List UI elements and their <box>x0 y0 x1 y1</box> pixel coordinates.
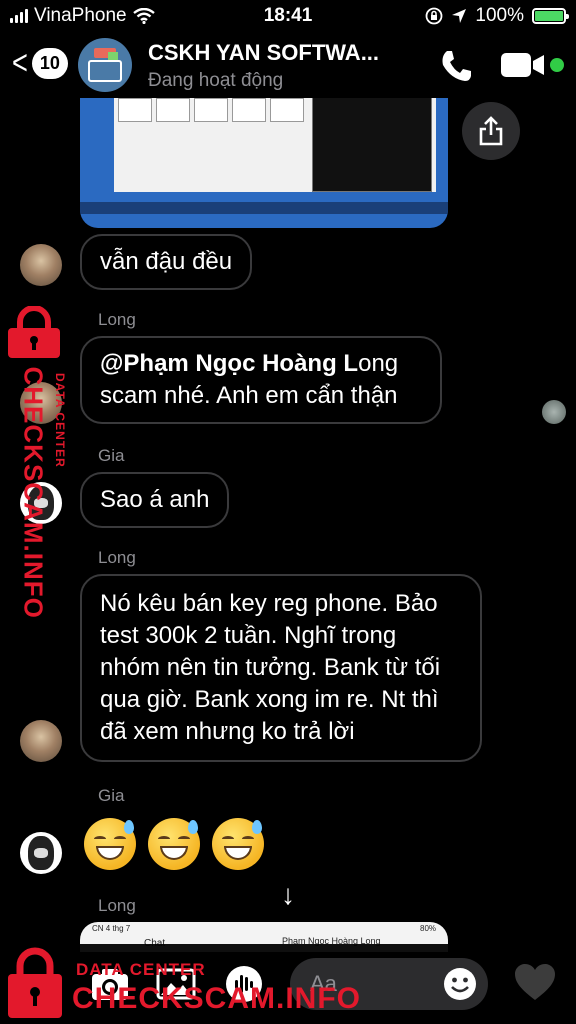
message-bubble[interactable]: Nó kêu bán key reg phone. Bảo test 300k … <box>80 574 482 762</box>
unread-count-badge: 10 <box>31 47 68 79</box>
chat-header: < 10 CSKH YAN SOFTWA... Đang hoạt động <box>0 32 576 98</box>
active-status: Đang hoạt động <box>148 70 284 91</box>
lock-icon <box>8 947 62 1018</box>
preview-battery: 80% <box>420 924 437 933</box>
emoji-icon[interactable] <box>442 966 478 1002</box>
page-avatar[interactable] <box>78 38 132 92</box>
message-bubble[interactable]: @Phạm Ngọc Hoàng Long scam nhé. Anh em c… <box>80 336 442 424</box>
battery-percent: 100% <box>475 5 524 26</box>
avatar[interactable] <box>20 832 62 874</box>
status-bar: VinaPhone 18:41 100% <box>0 0 576 32</box>
mention[interactable]: @Phạm Ngọc Hoàng L <box>100 350 358 377</box>
image-taskbar <box>80 202 448 214</box>
message-bubble[interactable]: vẫn đậu đều <box>80 234 253 290</box>
sender-name: Long <box>98 896 136 915</box>
online-indicator <box>550 58 564 72</box>
grinning-sweat-icon <box>212 818 264 870</box>
watermark-bottom: DATA CENTER CHECKSCAM.INFO <box>6 946 360 1024</box>
chevron-left-icon: < <box>11 44 28 82</box>
watermark-small-text: DATA CENTER <box>53 373 67 468</box>
share-button[interactable] <box>462 102 520 160</box>
preview-date: CN 4 thg 7 <box>92 924 131 933</box>
avatar[interactable] <box>20 244 62 286</box>
scroll-down-button[interactable]: ↓ <box>268 876 308 916</box>
watermark-vertical: DATA CENTER CHECKSCAM.INFO <box>6 306 67 619</box>
avatar[interactable] <box>20 720 62 762</box>
video-camera-icon[interactable] <box>500 50 546 80</box>
orientation-lock-icon <box>425 7 443 25</box>
seen-avatar <box>542 400 566 424</box>
sender-name: Gia <box>98 786 125 805</box>
watermark-small-text: DATA CENTER <box>76 960 206 979</box>
phone-icon[interactable] <box>438 48 474 84</box>
grinning-sweat-icon <box>84 818 136 870</box>
battery-icon <box>532 8 569 24</box>
heart-icon[interactable] <box>512 960 558 1006</box>
location-icon <box>452 9 467 23</box>
sender-name: Long <box>98 548 136 567</box>
watermark-big-text: CHECKSCAM.INFO <box>72 982 361 1015</box>
share-icon <box>479 116 503 146</box>
watermark-big-text: CHECKSCAM.INFO <box>18 366 49 619</box>
shared-image[interactable] <box>80 96 448 228</box>
message-bubble[interactable]: Sao á anh <box>80 472 230 528</box>
emoji-message[interactable] <box>84 818 264 870</box>
arrow-down-icon: ↓ <box>281 879 295 910</box>
chat-title[interactable]: CSKH YAN SOFTWA... <box>148 40 428 66</box>
grinning-sweat-icon <box>148 818 200 870</box>
image-app-window <box>312 96 432 192</box>
status-right: 100% <box>425 5 569 27</box>
back-button[interactable]: < 10 <box>10 46 68 80</box>
sender-name: Long <box>98 310 136 329</box>
lock-icon <box>8 306 60 358</box>
sender-name: Gia <box>98 446 125 465</box>
